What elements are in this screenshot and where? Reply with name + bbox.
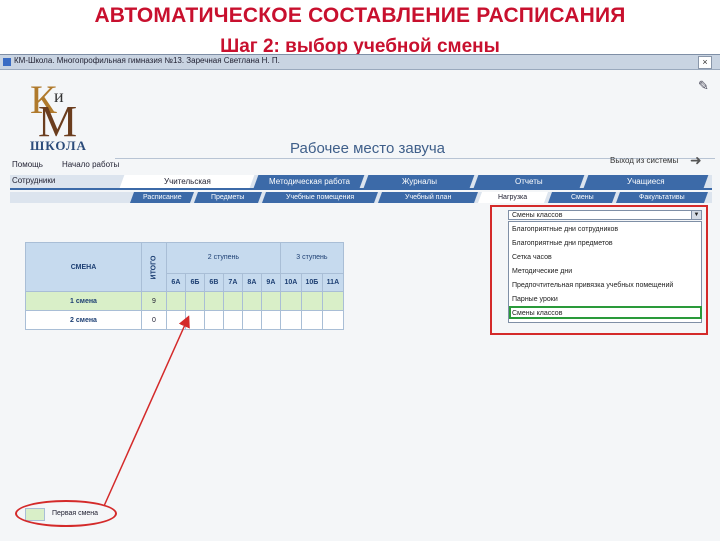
subtab-classrooms[interactable]: Учебные помещения (261, 192, 379, 203)
class-header: 6Б (184, 272, 205, 293)
help-link[interactable]: Помощь (12, 160, 43, 169)
option-subject-days[interactable]: Благоприятные дни предметов (512, 240, 613, 247)
subtab-label: Учебный план (404, 194, 452, 201)
subtab-schedule[interactable]: Расписание (129, 192, 195, 203)
grid-cell[interactable] (165, 310, 186, 330)
grid-cell[interactable] (260, 291, 281, 311)
start-link[interactable]: Начало работы (62, 160, 119, 169)
subtab-label: Нагрузка (498, 194, 528, 201)
legend-highlight (15, 500, 117, 527)
edit-icon[interactable]: ✎ (698, 78, 709, 94)
tab-label: Отчеты (515, 177, 543, 186)
workspace-title: Рабочее место завуча (290, 140, 446, 157)
subtab-label: Факультативы (639, 194, 685, 201)
total-header: ИТОГО (141, 242, 167, 292)
grid-cell[interactable] (279, 310, 302, 330)
tab-teachers-room[interactable]: Учительская (119, 175, 255, 188)
window-title: КМ-Школа. Многопрофильная гимназия №13. … (14, 56, 280, 65)
main-nav: Учительская Методическая работа Журналы … (10, 175, 712, 190)
logout-link[interactable]: Выход из системы (610, 156, 678, 165)
row-label: 1 смена (25, 291, 142, 311)
window-titlebar: КМ-Школа. Многопрофильная гимназия №13. … (0, 55, 720, 70)
subtab-electives[interactable]: Факультативы (615, 192, 709, 203)
tab-label: Учащиеся (627, 177, 665, 186)
total-header-label: ИТОГО (150, 255, 158, 279)
option-room-binding[interactable]: Предпочтительная привязка учебных помеще… (512, 282, 673, 289)
tab-students[interactable]: Учащиеся (583, 175, 709, 188)
grid-cell[interactable] (241, 291, 262, 311)
tab-label: Учительская (163, 177, 211, 186)
subtab-label: Смены (570, 194, 594, 201)
tab-methodical-work[interactable]: Методическая работа (253, 175, 365, 188)
class-header: 9А (260, 272, 281, 293)
grid-cell[interactable] (222, 291, 243, 311)
grid-cell[interactable] (203, 310, 224, 330)
grid-cell[interactable] (184, 291, 205, 311)
mode-select-value: Смены классов (512, 212, 563, 219)
logout-arrow-icon[interactable]: ➜ (690, 152, 702, 169)
option-employee-days[interactable]: Благоприятные дни сотрудников (512, 226, 618, 233)
grid-cell[interactable] (321, 291, 344, 311)
row-total: 0 (141, 310, 167, 330)
grid-cell[interactable] (203, 291, 224, 311)
option-double-lessons[interactable]: Парные уроки (512, 296, 558, 303)
class-header: 11А (321, 272, 344, 293)
row-label: 2 смена (25, 310, 142, 330)
grid-cell[interactable] (300, 310, 323, 330)
grid-cell[interactable] (321, 310, 344, 330)
table-row: 2 смена 0 (25, 310, 344, 330)
class-header: 10А (279, 272, 302, 293)
group-3-stage: 3 ступень (279, 242, 344, 274)
grid-cell[interactable] (300, 291, 323, 311)
grid-cell[interactable] (279, 291, 302, 311)
subtab-label: Предметы (211, 194, 245, 201)
class-header: 7А (222, 272, 243, 293)
class-header: 10Б (300, 272, 323, 293)
tab-staff[interactable]: Сотрудники (12, 176, 55, 185)
tab-reports[interactable]: Отчеты (473, 175, 585, 188)
subtab-shifts[interactable]: Смены (547, 192, 617, 203)
school-logo: К и М ШКОЛА (30, 80, 88, 154)
class-header: 6В (203, 272, 224, 293)
row-total: 9 (141, 291, 167, 311)
selected-option-highlight (509, 306, 702, 319)
chevron-down-icon[interactable]: ▼ (691, 211, 701, 219)
slide-title: АВТОМАТИЧЕСКОЕ СОСТАВЛЕНИЕ РАСПИСАНИЯ (94, 4, 626, 27)
class-header: 6А (165, 272, 186, 293)
close-button[interactable]: × (698, 56, 712, 69)
shift-header: СМЕНА (25, 242, 142, 292)
app-icon (3, 58, 11, 66)
group-2-stage: 2 ступень (165, 242, 281, 274)
subtab-curriculum[interactable]: Учебный план (377, 192, 479, 203)
grid-cell[interactable] (241, 310, 262, 330)
tab-label: Методическая работа (268, 177, 350, 186)
mode-select[interactable]: Смены классов ▼ (508, 210, 702, 220)
grid-cell[interactable] (184, 310, 205, 330)
grid-cell[interactable] (222, 310, 243, 330)
logo-school-text: ШКОЛА (30, 138, 87, 153)
tab-journals[interactable]: Журналы (363, 175, 475, 188)
sub-nav: Расписание Предметы Учебные помещения Уч… (10, 192, 712, 203)
shift-grid: СМЕНА ИТОГО 2 ступень 3 ступень 6А 6Б 6В… (25, 242, 344, 330)
tab-label: Журналы (401, 177, 437, 186)
option-methodical-days[interactable]: Методические дни (512, 268, 572, 275)
grid-cell[interactable] (260, 310, 281, 330)
option-hour-grid[interactable]: Сетка часов (512, 254, 552, 261)
subtab-workload[interactable]: Нагрузка (477, 192, 549, 203)
subtab-subjects[interactable]: Предметы (193, 192, 263, 203)
class-header: 8А (241, 272, 262, 293)
table-row: 1 смена 9 (25, 291, 344, 311)
subtab-label: Расписание (142, 194, 182, 201)
subtab-label: Учебные помещения (285, 194, 355, 201)
grid-cell[interactable] (165, 291, 186, 311)
